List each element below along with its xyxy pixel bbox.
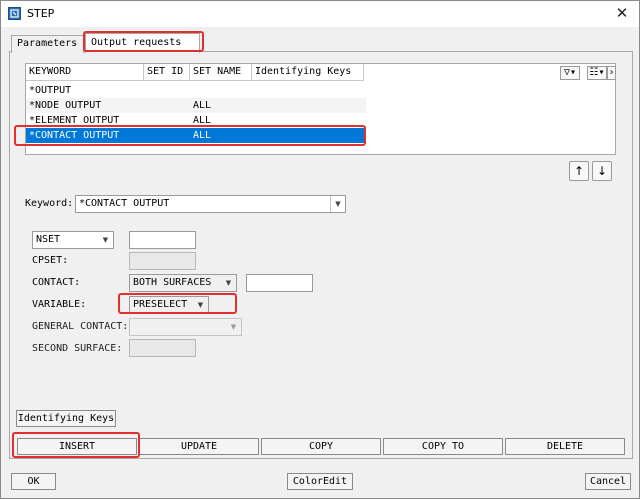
second-surface-input [129, 339, 196, 357]
chevron-down-icon[interactable]: ▼ [330, 196, 345, 212]
coloredit-button[interactable]: ColorEdit [287, 473, 353, 490]
nset-select-value: NSET [36, 234, 61, 245]
variable-select[interactable]: PRESELECT ▼ [129, 296, 209, 314]
close-icon[interactable]: ✕ [613, 4, 631, 22]
keyword-select[interactable]: *CONTACT OUTPUT ▼ [75, 195, 346, 213]
contact-label: CONTACT: [32, 277, 81, 288]
keyword-cell: *NODE OUTPUT [29, 100, 102, 111]
keyword-cell: *OUTPUT [29, 85, 72, 96]
chevron-down-icon: ▼ [230, 323, 237, 331]
keyword-label: Keyword: [25, 198, 74, 209]
chevron-down-icon[interactable]: ▼ [221, 275, 236, 291]
update-button[interactable]: UPDATE [139, 438, 259, 455]
list-item[interactable]: *OUTPUT [26, 83, 366, 98]
app-icon [8, 7, 21, 20]
set-name-cell: ALL [193, 115, 212, 126]
second-surface-label: SECOND SURFACE: [32, 343, 123, 354]
chevron-right-icon[interactable]: › [607, 66, 616, 80]
chevron-down-icon[interactable]: ▼ [193, 297, 208, 313]
cancel-button[interactable]: Cancel [585, 473, 631, 490]
chevron-down-icon[interactable]: ▼ [98, 232, 113, 248]
delete-button[interactable]: DELETE [505, 438, 625, 455]
step-dialog: STEP ✕ Parameters Output requests KEYWOR… [0, 0, 640, 499]
column-header-set-name[interactable]: SET NAME [190, 64, 252, 81]
column-header-keyword[interactable]: KEYWORD [26, 64, 144, 81]
variable-label: VARIABLE: [32, 299, 87, 310]
title-bar: STEP ✕ [1, 1, 639, 27]
keyword-cell: *CONTACT OUTPUT [29, 130, 120, 141]
variable-select-value: PRESELECT [133, 299, 188, 310]
cpset-label: CPSET: [32, 255, 69, 266]
column-header-identifying-keys[interactable]: Identifying Keys [252, 64, 364, 81]
copy-button[interactable]: COPY [261, 438, 381, 455]
general-contact-select: ▼ [129, 318, 242, 336]
nset-input[interactable] [129, 231, 196, 249]
ok-button[interactable]: OK [11, 473, 56, 490]
tab-parameters[interactable]: Parameters [11, 35, 84, 53]
output-request-list: KEYWORD SET ID SET NAME Identifying Keys… [25, 63, 616, 155]
list-item[interactable]: *NODE OUTPUT ALL [26, 98, 366, 113]
set-name-cell: ALL [193, 130, 212, 141]
general-contact-label: GENERAL CONTACT: [32, 321, 129, 332]
window-title: STEP [27, 7, 55, 20]
keyword-cell: *ELEMENT OUTPUT [29, 115, 120, 126]
list-item-selected[interactable]: *CONTACT OUTPUT ALL [26, 128, 366, 143]
contact-select-value: BOTH SURFACES [133, 277, 212, 288]
columns-icon[interactable]: ☷▾ [587, 66, 607, 80]
nset-select[interactable]: NSET ▼ [32, 231, 114, 249]
column-header-set-id[interactable]: SET ID [144, 64, 190, 81]
move-up-button[interactable]: ↑ [569, 161, 589, 181]
set-name-cell: ALL [193, 100, 212, 111]
identifying-keys-button[interactable]: Identifying Keys [16, 410, 116, 427]
copy-to-button[interactable]: COPY TO [383, 438, 503, 455]
filter-icon[interactable]: ▽▾ [560, 66, 580, 80]
contact-select[interactable]: BOTH SURFACES ▼ [129, 274, 237, 292]
tab-output-requests[interactable]: Output requests [85, 33, 200, 53]
keyword-select-value: *CONTACT OUTPUT [79, 198, 170, 209]
move-down-button[interactable]: ↓ [592, 161, 612, 181]
insert-button[interactable]: INSERT [17, 438, 137, 455]
contact-input[interactable] [246, 274, 313, 292]
list-item[interactable]: *ELEMENT OUTPUT ALL [26, 113, 366, 128]
cpset-input [129, 252, 196, 270]
